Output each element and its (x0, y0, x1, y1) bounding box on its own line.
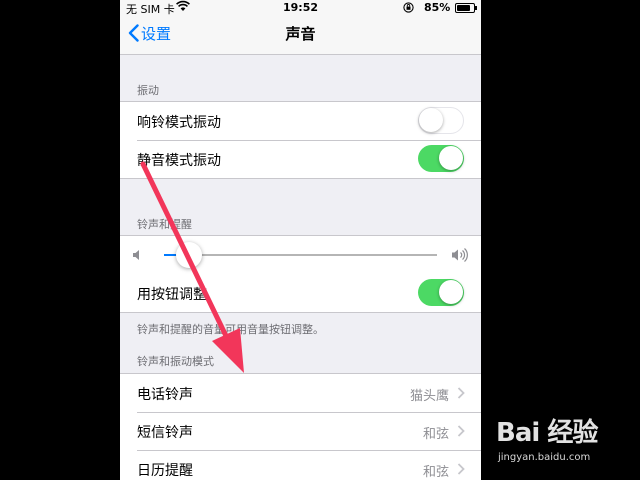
speaker-high-icon (452, 248, 468, 262)
toggle-knob (439, 146, 463, 170)
chevron-right-icon (457, 387, 465, 399)
phone-screen: 无 SIM 卡 19:52 85% 设置 声音 振动 响铃模式振动 静音模式振动… (120, 0, 481, 480)
watermark-url: jingyan.baidu.com (498, 452, 591, 463)
page-title: 声音 (285, 25, 316, 43)
slider-thumb[interactable] (175, 242, 202, 268)
back-button[interactable]: 设置 (128, 23, 171, 45)
navigation-bar: 设置 声音 (120, 16, 481, 55)
row-value: 和弦 (422, 427, 449, 442)
ringer-volume-slider[interactable] (164, 242, 437, 268)
orientation-lock-icon (403, 2, 414, 13)
row-label: 电话铃声 (137, 387, 193, 403)
chevron-left-icon (128, 24, 139, 42)
vibrate-group: 响铃模式振动 静音模式振动 (120, 101, 481, 179)
chevron-right-icon (457, 425, 465, 437)
row-value: 和弦 (422, 465, 449, 480)
toggle-knob (439, 280, 463, 304)
vibrate-on-ring-toggle[interactable] (418, 107, 464, 134)
baidu-watermark: Bai 经验 jingyan.baidu.com (486, 404, 640, 480)
row-vibrate-on-ring: 响铃模式振动 (120, 102, 481, 140)
patterns-group: 电话铃声 猫头鹰 短信铃声 和弦 日历提醒 和弦 (120, 373, 481, 480)
ringer-volume-row (120, 236, 481, 274)
row-ringtone[interactable]: 电话铃声 猫头鹰 (120, 374, 481, 412)
section-header-ringer: 铃声和提醒 (137, 218, 192, 231)
toggle-knob (419, 108, 443, 132)
row-label: 用按钮调整 (137, 287, 207, 303)
battery-icon (455, 3, 477, 13)
status-bar: 无 SIM 卡 19:52 85% (120, 0, 481, 16)
row-value: 猫头鹰 (409, 389, 449, 404)
watermark-logo: Bai 经验 (496, 418, 598, 448)
vibrate-on-silent-toggle[interactable] (418, 145, 464, 172)
change-with-buttons-toggle[interactable] (418, 279, 464, 306)
battery-percent: 85% (424, 1, 451, 14)
row-label: 短信铃声 (137, 425, 193, 441)
row-label: 静音模式振动 (137, 153, 221, 169)
ringer-group: 用按钮调整 (120, 235, 481, 313)
row-label: 响铃模式振动 (137, 115, 221, 131)
back-button-label: 设置 (141, 25, 172, 43)
battery-fill (457, 5, 471, 11)
row-calendar-alerts[interactable]: 日历提醒 和弦 (120, 450, 481, 480)
section-header-vibrate: 振动 (137, 84, 159, 97)
ringer-footer-note: 铃声和提醒的音量可用音量按钮调整。 (137, 323, 324, 336)
chevron-right-icon (457, 463, 465, 475)
section-header-patterns: 铃声和振动模式 (137, 355, 214, 368)
battery-tip (475, 6, 477, 10)
row-text-tone[interactable]: 短信铃声 和弦 (120, 412, 481, 450)
row-change-with-buttons: 用按钮调整 (120, 274, 481, 312)
speaker-low-icon (133, 250, 139, 260)
row-vibrate-on-silent: 静音模式振动 (120, 140, 481, 178)
row-label: 日历提醒 (137, 463, 193, 479)
